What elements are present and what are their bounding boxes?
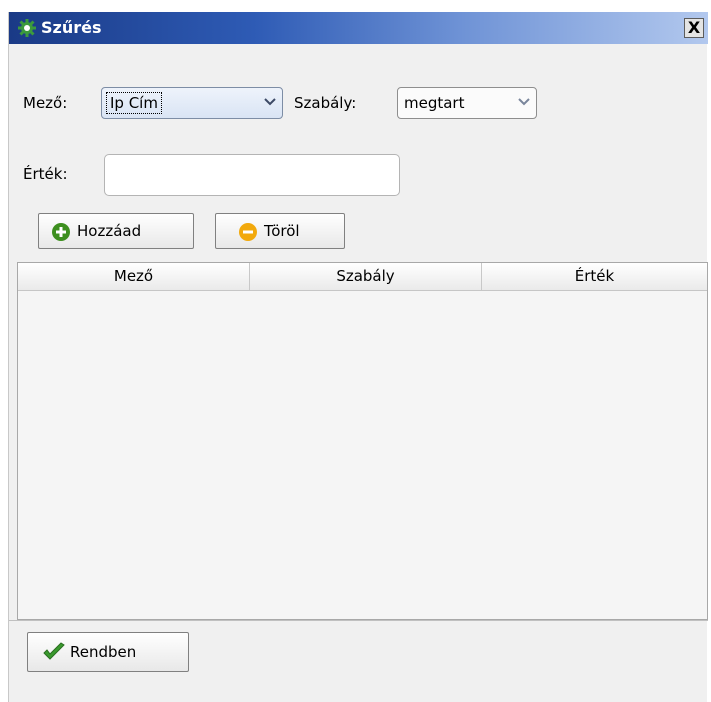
table-header: Mező Szabály Érték bbox=[18, 263, 707, 291]
field-select[interactable]: Ip Cím bbox=[101, 87, 283, 119]
chevron-down-icon bbox=[264, 98, 276, 106]
checkmark-icon bbox=[43, 642, 65, 660]
rule-select-value: megtart bbox=[404, 94, 465, 112]
add-button-label: Hozzáad bbox=[77, 222, 142, 240]
delete-button[interactable]: Töröl bbox=[215, 213, 345, 249]
ok-button-label: Rendben bbox=[70, 643, 137, 661]
gear-icon bbox=[18, 19, 36, 37]
rule-select[interactable]: megtart bbox=[397, 87, 537, 119]
close-button[interactable]: X bbox=[684, 18, 704, 38]
minus-circle-icon bbox=[239, 223, 257, 241]
window-title: Szűrés bbox=[41, 18, 102, 37]
plus-circle-icon bbox=[52, 223, 70, 241]
ok-button[interactable]: Rendben bbox=[27, 632, 189, 672]
column-header-value[interactable]: Érték bbox=[482, 263, 707, 290]
column-header-rule[interactable]: Szabály bbox=[250, 263, 482, 290]
delete-button-label: Töröl bbox=[264, 222, 300, 240]
filter-table[interactable]: Mező Szabály Érték bbox=[17, 262, 708, 620]
column-header-field[interactable]: Mező bbox=[18, 263, 250, 290]
value-input[interactable] bbox=[104, 154, 400, 196]
title-bar[interactable]: Szűrés X bbox=[9, 12, 708, 44]
chevron-down-icon bbox=[518, 98, 530, 106]
add-button[interactable]: Hozzáad bbox=[38, 213, 194, 249]
rule-label: Szabály: bbox=[294, 94, 357, 112]
field-select-value: Ip Cím bbox=[106, 92, 162, 114]
field-label: Mező: bbox=[23, 94, 68, 112]
divider bbox=[9, 620, 708, 621]
filter-dialog: Szűrés X Mező: Ip Cím Szabály: megtart É… bbox=[8, 12, 708, 702]
value-label: Érték: bbox=[23, 165, 68, 183]
